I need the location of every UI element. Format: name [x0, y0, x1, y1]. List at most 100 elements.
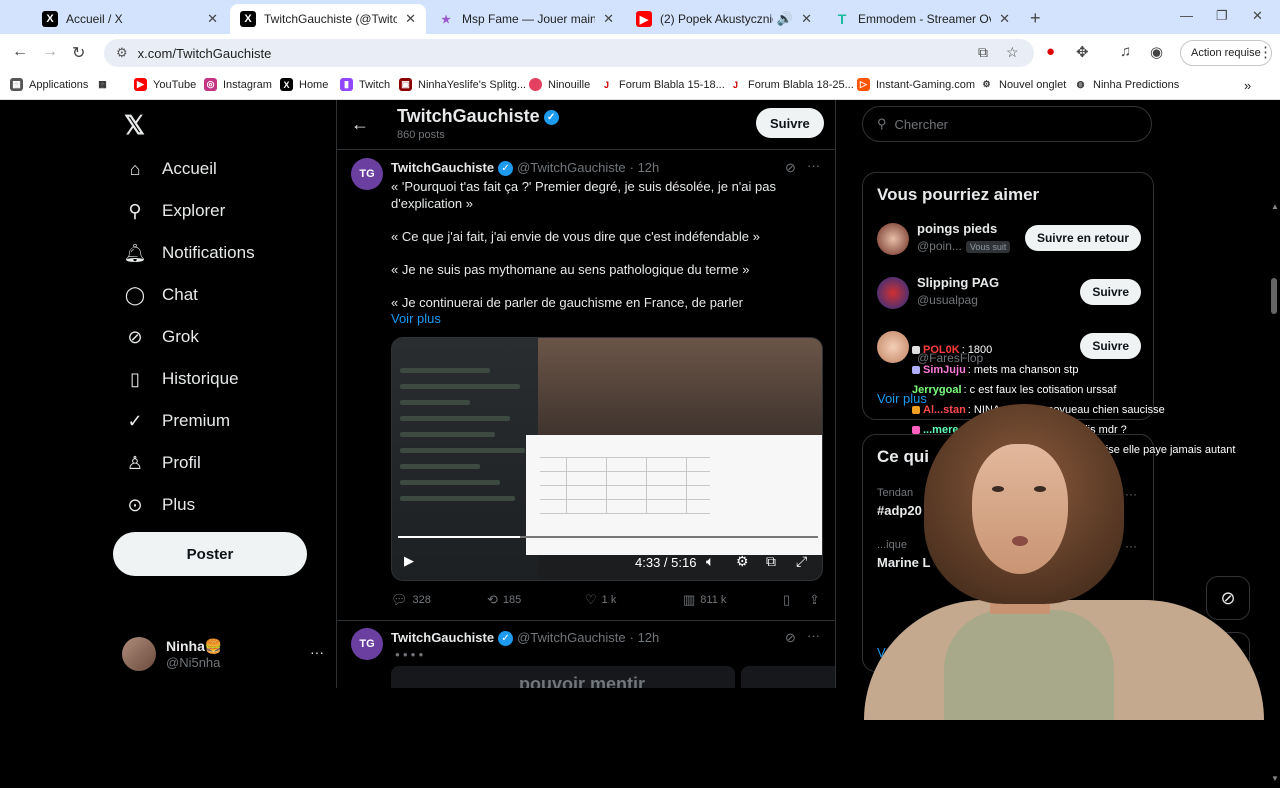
address-bar[interactable]: ⚙ x.com/TwitchGauchiste: [104, 39, 1034, 67]
nav-notifications[interactable]: 🔔︎ Notifications: [124, 242, 255, 264]
chevron-right-icon[interactable]: »: [1244, 78, 1251, 93]
bookmark-instagram[interactable]: ◎ Instagram: [204, 78, 272, 91]
tab-msp-fame[interactable]: ★ Msp Fame — Jouer maintenant ✕: [428, 4, 624, 34]
extensions-icon[interactable]: ✥: [1076, 43, 1089, 61]
nav-historique[interactable]: ▯ Historique: [124, 368, 239, 390]
search-icon: ⚲: [128, 200, 142, 221]
bookmark-instant-gaming[interactable]: ▷ Instant-Gaming.com: [857, 78, 975, 91]
search-input[interactable]: ⚲ Chercher: [862, 106, 1152, 142]
media-control-icon[interactable]: ♫: [1120, 43, 1131, 60]
close-icon[interactable]: ✕: [603, 11, 614, 27]
views-button[interactable]: ▥ 811 k: [683, 592, 726, 608]
tweet-handle[interactable]: @TwitchGauchiste: [517, 630, 626, 645]
see-more-link[interactable]: Voir plus: [391, 311, 441, 326]
bookmarks-bar: ▦ Applications ▦ ▶ YouTube ◎ Instagram X Hom…: [0, 72, 1280, 100]
bookmark-label: Ninouille: [548, 78, 591, 91]
profile-avatar-icon[interactable]: ◉: [1150, 43, 1163, 61]
window-close-icon[interactable]: ✕: [1252, 8, 1263, 24]
minimize-icon[interactable]: —: [1180, 8, 1193, 23]
bookmark-forum-18-25[interactable]: J Forum Blabla 18-25...: [729, 78, 854, 91]
forward-icon[interactable]: →: [42, 43, 58, 61]
nav-plus[interactable]: ⊙ Plus: [124, 494, 195, 516]
more-icon[interactable]: ···: [310, 644, 324, 660]
tab-accueil[interactable]: X Accueil / X ✕: [32, 4, 228, 34]
bookmark-forum-15-18[interactable]: J Forum Blabla 15-18...: [600, 78, 725, 91]
back-icon[interactable]: ←: [12, 43, 28, 61]
nav-accueil[interactable]: ⌂ Accueil: [124, 158, 217, 180]
nav-chat[interactable]: ◯ Chat: [124, 284, 198, 306]
tweet-time[interactable]: · 12h: [630, 160, 660, 175]
menu-icon[interactable]: ⋮: [1258, 43, 1273, 61]
play-icon[interactable]: ▶: [404, 553, 414, 569]
bookmark-nouvel-onglet[interactable]: ⚙ Nouvel onglet: [980, 78, 1066, 91]
tweet-time[interactable]: · 12h: [630, 630, 660, 645]
follow-button[interactable]: Suivre: [756, 108, 824, 138]
picture-in-picture-icon[interactable]: ⧉: [766, 553, 776, 570]
tab-title: Emmodem - Streamer Overview: [858, 12, 991, 26]
tab-emmodem[interactable]: T Emmodem - Streamer Overview ✕: [824, 4, 1020, 34]
bookmark-twitch[interactable]: ▮ Twitch: [340, 78, 390, 91]
tweet-author[interactable]: TwitchGauchiste: [391, 160, 494, 175]
site-info-icon[interactable]: ⚙: [116, 45, 128, 61]
back-arrow-icon[interactable]: ←: [351, 114, 369, 135]
media-preview[interactable]: pouvoir mentir: [391, 666, 735, 688]
bookmark-button[interactable]: ▯: [783, 592, 795, 608]
bookmark-home[interactable]: X Home: [280, 78, 328, 91]
nav-grok[interactable]: ⊘ Grok: [124, 326, 198, 348]
chat-text: : 1800: [961, 344, 993, 356]
settings-gear-icon[interactable]: ⚙: [736, 553, 749, 570]
scroll-down-icon[interactable]: ▼: [1271, 774, 1279, 783]
tweet-avatar[interactable]: TG: [351, 158, 383, 190]
grok-icon[interactable]: ⊘: [785, 630, 796, 646]
follow-button[interactable]: Suivre: [1080, 279, 1141, 305]
install-icon[interactable]: ⧉: [978, 44, 988, 61]
scrollbar[interactable]: ▲ ▼: [1268, 200, 1280, 788]
scroll-up-icon[interactable]: ▲: [1271, 202, 1279, 211]
close-icon[interactable]: ✕: [405, 11, 416, 27]
bell-icon: 🔔︎: [123, 242, 147, 263]
grok-icon[interactable]: ⊘: [785, 160, 796, 176]
close-icon[interactable]: ✕: [801, 11, 812, 27]
tweet-author[interactable]: TwitchGauchiste: [391, 630, 494, 645]
tweet-header: TwitchGauchiste ✓ @TwitchGauchiste · 12h: [391, 160, 660, 177]
volume-icon[interactable]: 🔈︎: [706, 553, 714, 570]
tweet-video[interactable]: ▶ 4:33 / 5:16 🔈︎ ⚙ ⧉ ⤢: [391, 337, 823, 581]
bookmark-splitgate[interactable]: ▣ NinhaYeslife's Splitg...: [399, 78, 526, 91]
tweet-handle[interactable]: @TwitchGauchiste: [517, 160, 626, 175]
x-logo-icon[interactable]: 𝕏: [124, 110, 145, 141]
tab-twitchgauchiste[interactable]: X TwitchGauchiste (@TwitchGauchiste) ✕: [230, 4, 426, 34]
reply-button[interactable]: 💬︎ 328: [391, 592, 431, 608]
bookmark-applications[interactable]: ▦ Applications: [10, 78, 88, 91]
reload-icon[interactable]: ↻: [72, 43, 85, 63]
nav-profil[interactable]: ♙ Profil: [124, 452, 201, 474]
bookmark-youtube[interactable]: ▶ YouTube: [134, 78, 196, 91]
retweet-button[interactable]: ⟲ 185: [487, 592, 521, 608]
fullscreen-icon[interactable]: ⤢: [796, 553, 807, 570]
close-icon[interactable]: ✕: [207, 11, 218, 27]
suggestion-item[interactable]: Slipping PAG @usualpag Suivre: [877, 273, 1141, 313]
more-icon[interactable]: ···: [807, 158, 820, 173]
maximize-icon[interactable]: ❐: [1216, 8, 1228, 24]
share-button[interactable]: ⇪: [809, 592, 825, 608]
new-tab-icon[interactable]: +: [1030, 8, 1041, 29]
follow-back-button[interactable]: Suivre en retour: [1024, 225, 1141, 251]
speaker-icon[interactable]: 🔊: [777, 11, 793, 27]
account-switcher[interactable]: Ninha🍔 @Ni5nha ···: [122, 632, 332, 676]
reply-count: 328: [412, 594, 431, 606]
nav-premium[interactable]: ✓ Premium: [124, 410, 230, 432]
tab-popek[interactable]: ▶ (2) Popek Akustycznie – Ch 🔊 ✕: [626, 4, 822, 34]
tweet-avatar[interactable]: TG: [351, 628, 383, 660]
more-icon[interactable]: ···: [807, 628, 820, 643]
like-button[interactable]: ♡ 1 k: [585, 592, 616, 608]
bookmark-star-icon[interactable]: ☆: [1006, 44, 1019, 61]
extension-red-icon[interactable]: ●: [1046, 43, 1055, 60]
media-preview[interactable]: [741, 666, 835, 688]
bookmark-grid[interactable]: ▦: [96, 78, 115, 91]
scroll-thumb[interactable]: [1271, 278, 1277, 314]
post-button[interactable]: Poster: [113, 532, 307, 576]
bookmark-ninouille[interactable]: Ninouille: [529, 78, 590, 91]
suggestion-item[interactable]: poings pieds @poin... Vous suit Suivre en…: [877, 219, 1141, 259]
nav-explorer[interactable]: ⚲ Explorer: [124, 200, 225, 222]
close-icon[interactable]: ✕: [999, 11, 1010, 27]
bookmark-ninha-predictions[interactable]: ◍ Ninha Predictions: [1074, 78, 1179, 91]
